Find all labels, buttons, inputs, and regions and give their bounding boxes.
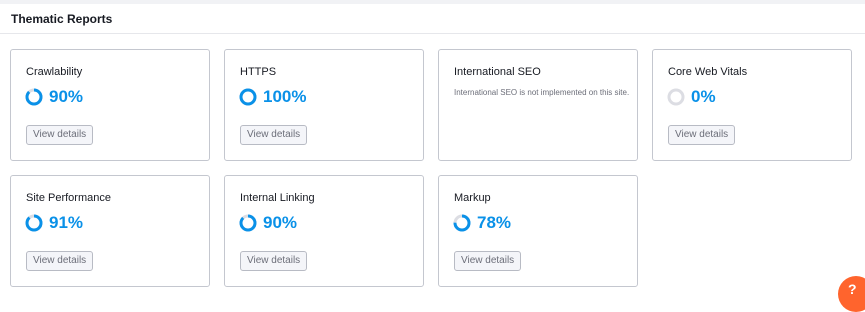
report-card-crawlability: Crawlability 90% View details — [10, 49, 210, 161]
card-title: HTTPS — [240, 66, 277, 78]
score-metric: 100% — [239, 88, 306, 106]
report-card-internal-linking: Internal Linking 90% View details — [224, 175, 424, 287]
not-implemented-note: International SEO is not implemented on … — [454, 88, 630, 97]
help-chat-button[interactable]: ? — [838, 276, 865, 312]
progress-ring-icon — [239, 214, 257, 232]
card-title: Markup — [454, 192, 491, 204]
progress-ring-icon — [453, 214, 471, 232]
card-title: Crawlability — [26, 66, 83, 78]
report-card-site-performance: Site Performance 91% View details — [10, 175, 210, 287]
card-title: Site Performance — [26, 192, 111, 204]
view-details-button[interactable]: View details — [454, 251, 522, 271]
score-metric: 78% — [453, 214, 511, 232]
view-details-button[interactable]: View details — [26, 251, 94, 271]
section-header: Thematic Reports — [0, 4, 865, 34]
score-metric: 91% — [25, 214, 83, 232]
progress-ring-icon — [239, 88, 257, 106]
help-icon: ? — [848, 281, 857, 297]
card-title: International SEO — [454, 66, 541, 78]
section-title: Thematic Reports — [11, 12, 113, 26]
view-details-button[interactable]: View details — [26, 125, 94, 145]
view-details-button[interactable]: View details — [668, 125, 736, 145]
report-card-international-seo: International SEO International SEO is n… — [438, 49, 638, 161]
score-value: 91% — [49, 213, 84, 232]
progress-ring-icon — [25, 214, 43, 232]
report-card-https: HTTPS 100% View details — [224, 49, 424, 161]
score-metric: 0% — [667, 88, 716, 106]
score-value: 90% — [49, 87, 84, 106]
card-title: Core Web Vitals — [668, 66, 748, 78]
report-card-markup: Markup 78% View details — [438, 175, 638, 287]
score-value: 100% — [263, 87, 307, 106]
view-details-button[interactable]: View details — [240, 125, 308, 145]
card-title: Internal Linking — [240, 192, 315, 204]
score-value: 78% — [477, 213, 512, 232]
score-metric: 90% — [239, 214, 297, 232]
progress-ring-icon — [25, 88, 43, 106]
view-details-button[interactable]: View details — [240, 251, 308, 271]
score-value: 90% — [263, 213, 298, 232]
score-metric: 90% — [25, 88, 83, 106]
progress-ring-icon — [667, 88, 685, 106]
report-card-core-web-vitals: Core Web Vitals 0% View details — [652, 49, 852, 161]
score-value: 0% — [691, 87, 716, 106]
